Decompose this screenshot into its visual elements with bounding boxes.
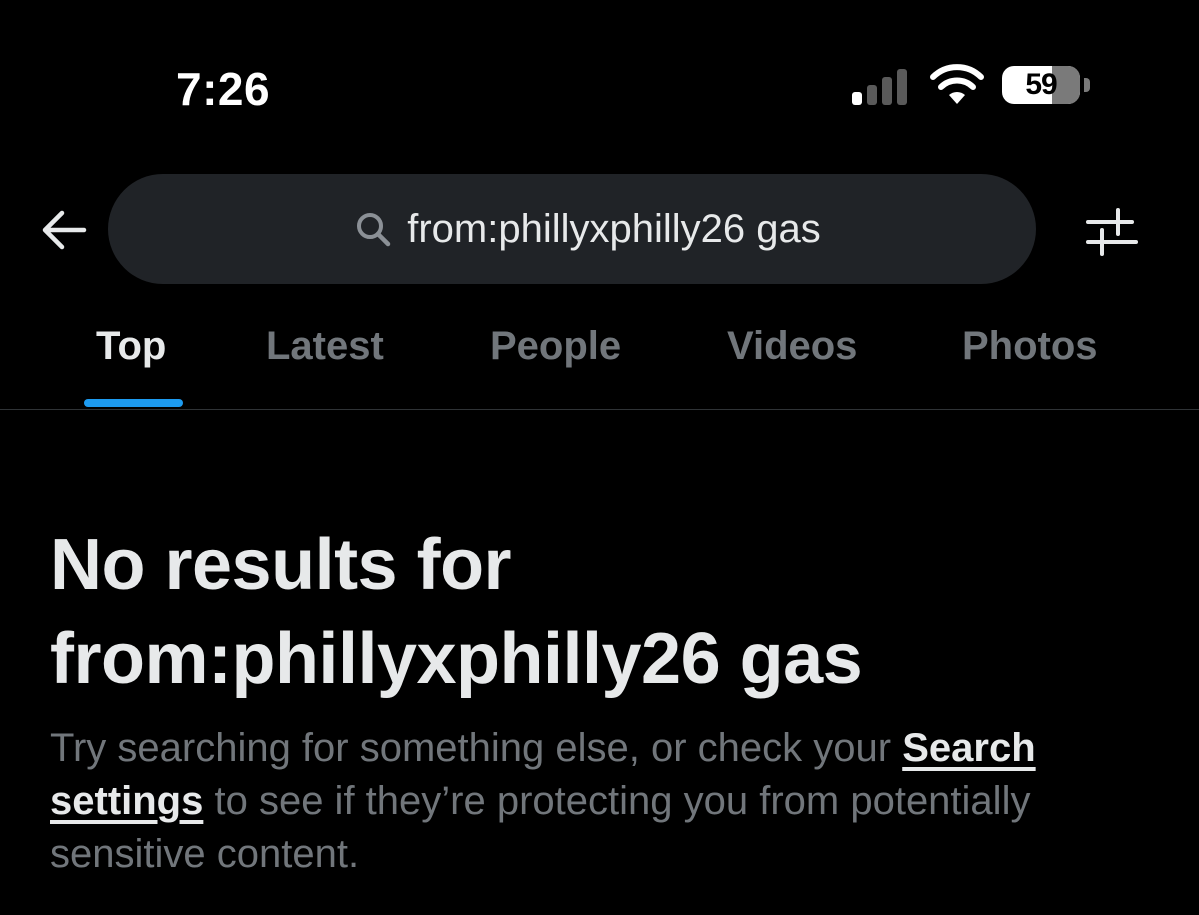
search-input[interactable]: from:phillyxphilly26 gas <box>108 174 1036 284</box>
tab-photos[interactable]: Photos <box>962 324 1098 369</box>
no-results-title-prefix: No results for <box>50 525 512 605</box>
no-results-message-start: Try searching for something else, or che… <box>50 726 903 770</box>
search-icon <box>357 213 391 247</box>
back-arrow-icon[interactable] <box>36 202 92 258</box>
battery-body: 59 <box>1002 66 1080 104</box>
status-bar: 7:26 59 <box>0 0 1199 150</box>
battery-level: 59 <box>1025 68 1057 101</box>
tab-top[interactable]: Top <box>96 324 166 369</box>
wifi-icon <box>930 64 984 104</box>
no-results-title-query: from:phillyxphilly26 gas <box>50 619 863 699</box>
status-time: 7:26 <box>176 63 271 115</box>
battery-tip <box>1084 78 1090 92</box>
filter-sliders-icon[interactable] <box>1082 204 1142 260</box>
battery-icon: 59 <box>1002 66 1092 106</box>
tab-videos[interactable]: Videos <box>727 324 857 369</box>
active-tab-indicator <box>84 399 183 407</box>
tab-latest[interactable]: Latest <box>266 324 384 369</box>
no-results-message: Try searching for something else, or che… <box>50 722 1160 881</box>
signal-bars-icon <box>852 69 907 105</box>
no-results-title: No results for from:phillyxphilly26 gas <box>50 518 1170 706</box>
search-query-text: from:phillyxphilly26 gas <box>407 206 821 251</box>
search-tabs: Top Latest People Videos Photos <box>0 300 1199 410</box>
tab-people[interactable]: People <box>490 324 621 369</box>
